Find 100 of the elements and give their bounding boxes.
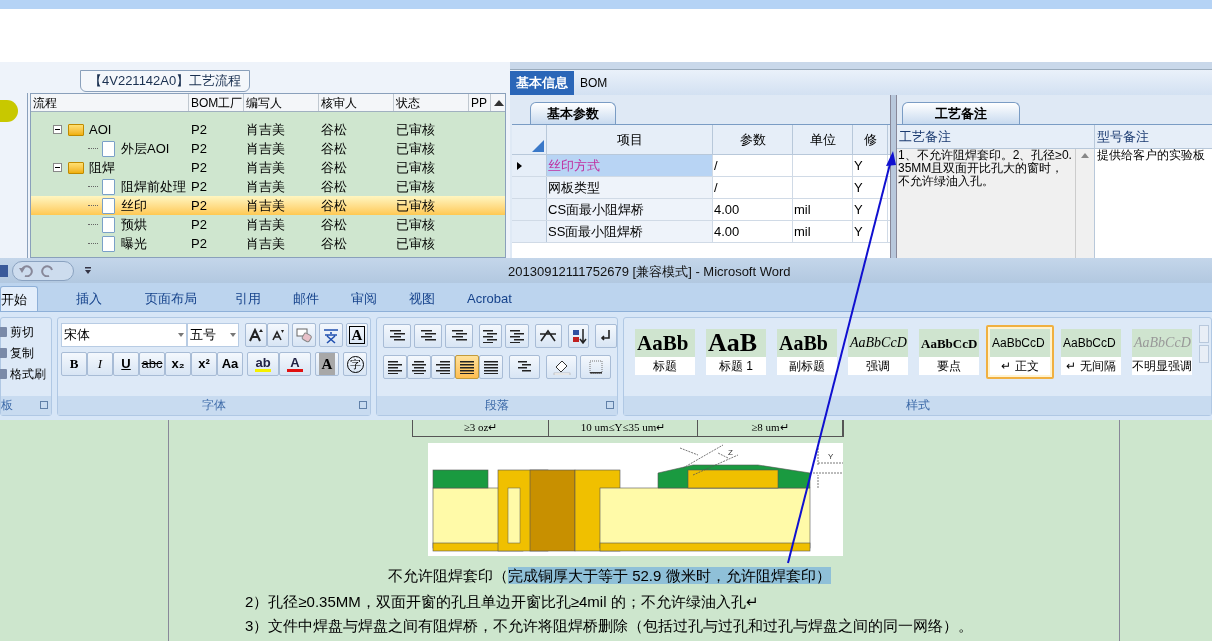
style-preview: AaBb	[779, 333, 828, 353]
format-button[interactable]: x²	[191, 352, 217, 376]
table-cell: SS面最小阻焊桥	[548, 224, 644, 239]
tree-item-label[interactable]: 外层AOI	[121, 138, 170, 159]
align-button[interactable]	[479, 355, 503, 379]
table-cell: 肖吉美	[246, 235, 285, 251]
align-button[interactable]	[383, 355, 407, 379]
decrease-indent-button[interactable]	[478, 324, 503, 348]
numbering-button[interactable]	[413, 324, 442, 348]
format-button[interactable]: x₂	[165, 352, 191, 376]
style-gallery-item[interactable]: AaBbCcD 强调	[844, 325, 912, 379]
format-button[interactable]: B	[61, 352, 87, 376]
format-button[interactable]: I	[87, 352, 113, 376]
increase-indent-button[interactable]	[505, 324, 529, 348]
dialog-launcher-icon[interactable]	[606, 401, 614, 409]
ribbon-tab[interactable]: 插入	[76, 286, 102, 311]
numbering-icon	[419, 329, 436, 343]
font-name-field[interactable]: 宋体	[61, 323, 187, 347]
show-marks-button[interactable]	[595, 324, 617, 348]
shrink-font-button[interactable]	[267, 323, 289, 347]
table-cell: 肖吉美	[246, 140, 285, 156]
column-header: 核审人	[321, 96, 357, 110]
tree-item-label[interactable]: 丝印	[121, 195, 147, 216]
collapse-toggle[interactable]	[53, 163, 62, 172]
color-button[interactable]: A	[279, 352, 311, 376]
table-cell: CS面最小阻焊桥	[548, 202, 645, 217]
customize-menu-icon[interactable]	[84, 266, 92, 275]
tree-item-label[interactable]: 阻焊前处理	[121, 176, 186, 197]
note-text: 提供给客户的实验板	[1097, 149, 1205, 162]
tab[interactable]: BOM	[574, 71, 614, 95]
table-cell: P2	[191, 121, 207, 137]
style-gallery-item[interactable]: AaBb 标题	[631, 325, 699, 379]
collapse-toggle[interactable]	[53, 125, 62, 134]
grow-font-button[interactable]	[245, 323, 267, 347]
table-cell: 已审核	[396, 216, 435, 232]
column-header: 流程	[33, 96, 57, 110]
table-cell: 4.00	[714, 224, 740, 239]
ribbon-tab[interactable]: 引用	[235, 286, 261, 311]
phonetic-guide-button[interactable]	[319, 323, 343, 347]
column-header: 型号备注	[1097, 129, 1149, 144]
figure-caption: 不允许阻焊套印（完成铜厚大于等于 52.9 微米时，允许阻焊套印）	[388, 567, 831, 584]
tree-item-label[interactable]: 阻焊	[89, 157, 115, 178]
style-gallery-item[interactable]: AaBbCcD ↵ 无间隔	[1057, 325, 1125, 379]
decrease-indent-icon	[482, 329, 499, 343]
table-cell: mil	[794, 202, 811, 217]
multilevel-list-icon	[450, 329, 467, 343]
document-icon	[102, 235, 115, 252]
tree-row-highlight[interactable]: 丝印 P2 肖吉美 谷松 已审核	[31, 196, 505, 215]
style-gallery-item[interactable]: AaBb 副标题	[773, 325, 841, 379]
column-header: 状态	[396, 96, 420, 110]
ribbon-button[interactable]: 剪切	[0, 321, 51, 342]
ribbon-tab[interactable]: 邮件	[293, 286, 319, 311]
line-spacing-button[interactable]	[509, 355, 540, 379]
style-preview: AaBb	[637, 332, 689, 354]
borders-button[interactable]	[580, 355, 611, 379]
format-button[interactable]: U	[113, 352, 139, 376]
font-size-field[interactable]: 五号	[187, 323, 239, 347]
tab[interactable]: 基本信息	[510, 71, 574, 95]
align-button[interactable]	[455, 355, 479, 379]
style-preview: AaBbCcD	[1134, 336, 1191, 350]
tree-item-label[interactable]: 曝光	[121, 233, 147, 254]
format-button[interactable]: A	[315, 352, 339, 376]
style-gallery-item[interactable]: AaBbCcD 要点	[915, 325, 983, 379]
format-button[interactable]: abc	[139, 352, 165, 376]
ribbon-tab[interactable]: 视图	[409, 286, 435, 311]
format-button[interactable]: Aa	[217, 352, 243, 376]
color-button[interactable]: ab	[247, 352, 279, 376]
bullets-button[interactable]	[383, 324, 411, 348]
tree-item-label[interactable]: AOI	[89, 119, 112, 140]
dialog-launcher-icon[interactable]	[359, 401, 367, 409]
folder-icon	[68, 161, 84, 174]
splitter-bar[interactable]	[890, 95, 897, 258]
table-cell: P2	[191, 216, 207, 232]
shading-button[interactable]	[546, 355, 577, 379]
sort-button[interactable]	[567, 324, 590, 348]
multilevel-list-button[interactable]	[444, 324, 473, 348]
tab[interactable]: 工艺备注	[902, 102, 1020, 124]
ribbon-tab[interactable]: 开始	[0, 286, 38, 311]
tree-item-label[interactable]: 预烘	[121, 214, 147, 235]
ribbon-button[interactable]: 格式刷	[0, 363, 51, 384]
character-border-button[interactable]: A	[346, 323, 368, 347]
ribbon-button[interactable]: 复制	[0, 342, 51, 363]
tab[interactable]: 基本参数	[530, 102, 616, 124]
row-header[interactable]	[512, 155, 547, 176]
group-label: 板	[1, 398, 13, 412]
style-gallery-item[interactable]: AaBbCcD 不明显强调	[1128, 325, 1196, 379]
dialog-launcher-icon[interactable]	[40, 401, 48, 409]
ribbon-tab[interactable]: Acrobat	[467, 286, 512, 311]
style-preview: AaBbCcD	[992, 337, 1045, 349]
table-cell: Y	[854, 224, 863, 239]
align-button[interactable]	[407, 355, 431, 379]
style-gallery-item[interactable]: AaB 标题 1	[702, 325, 770, 379]
style-gallery-item[interactable]: AaBbCcD ↵ 正文	[986, 325, 1054, 379]
align-button[interactable]	[431, 355, 455, 379]
text-direction-button[interactable]	[534, 324, 562, 348]
table-cell: 谷松	[321, 121, 347, 137]
ribbon-tab[interactable]: 审阅	[351, 286, 377, 311]
format-button[interactable]: 字	[343, 352, 367, 376]
ribbon-tab[interactable]: 页面布局	[145, 286, 197, 311]
line-spacing-icon	[516, 360, 533, 374]
